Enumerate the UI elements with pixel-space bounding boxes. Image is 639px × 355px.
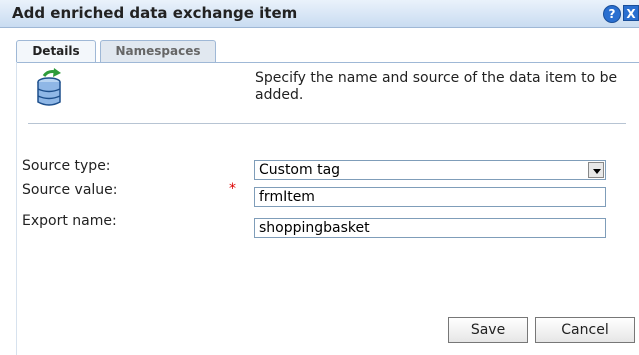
source-value-text: frmItem (259, 189, 315, 205)
tab-namespaces[interactable]: Namespaces (100, 40, 216, 62)
database-add-icon (37, 68, 61, 106)
source-value-input[interactable]: frmItem (254, 187, 606, 207)
dialog: Add enriched data exchange item ? X Deta… (0, 0, 639, 355)
source-value-label: Source value: (22, 182, 118, 198)
export-name-input[interactable]: shoppingbasket (254, 218, 606, 238)
export-name-label: Export name: (22, 213, 117, 229)
panel-border (16, 62, 17, 355)
source-type-select[interactable]: Custom tag (254, 160, 606, 180)
chevron-down-icon[interactable] (588, 162, 604, 178)
export-name-text: shoppingbasket (259, 220, 370, 236)
tab-divider (16, 62, 639, 63)
tab-details[interactable]: Details (16, 40, 96, 62)
save-button[interactable]: Save (448, 317, 528, 343)
required-marker: * (229, 181, 236, 197)
dialog-title: Add enriched data exchange item (12, 4, 298, 22)
help-icon[interactable]: ? (603, 5, 621, 23)
intro-text: Specify the name and source of the data … (255, 70, 618, 103)
cancel-button[interactable]: Cancel (535, 317, 635, 343)
close-icon[interactable]: X (623, 5, 639, 21)
title-bar: Add enriched data exchange item ? X (0, 0, 639, 28)
source-type-value: Custom tag (259, 162, 341, 178)
source-type-label: Source type: (22, 158, 111, 174)
divider (28, 123, 626, 124)
